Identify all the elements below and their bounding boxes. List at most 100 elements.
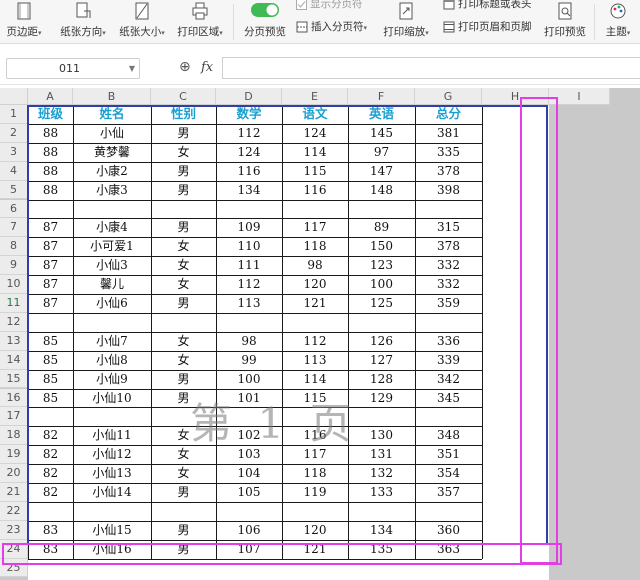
print-header-footer-button[interactable]: 打印页眉和页脚 — [443, 19, 532, 35]
row-header-16[interactable]: 16 — [0, 388, 28, 408]
table-cell[interactable]: 339 — [415, 351, 482, 370]
table-cell[interactable]: 男 — [151, 370, 216, 389]
table-cell[interactable]: 女 — [151, 351, 216, 370]
table-cell[interactable]: 小仙3 — [73, 256, 151, 275]
table-cell[interactable]: 112 — [216, 275, 282, 294]
table-cell[interactable]: 335 — [415, 143, 482, 162]
table-cell[interactable]: 332 — [415, 256, 482, 275]
row-header-5[interactable]: 5 — [0, 180, 28, 200]
table-cell[interactable]: 89 — [348, 218, 415, 237]
table-cell[interactable] — [151, 407, 216, 426]
table-cell[interactable]: 小仙10 — [73, 389, 151, 408]
table-cell[interactable]: 113 — [216, 294, 282, 313]
table-cell[interactable]: 103 — [216, 445, 282, 464]
table-cell[interactable]: 109 — [216, 218, 282, 237]
table-cell[interactable]: 378 — [415, 237, 482, 256]
table-cell[interactable]: 小仙16 — [73, 540, 151, 559]
show-page-breaks-checkbox[interactable]: 显示分页符 — [296, 0, 363, 12]
margins-button[interactable]: 页边距▾ — [4, 2, 44, 42]
column-header-f[interactable]: F — [348, 88, 415, 105]
table-cell[interactable]: 115 — [282, 162, 348, 181]
table-cell[interactable]: 小仙11 — [73, 426, 151, 445]
table-cell[interactable]: 147 — [348, 162, 415, 181]
table-cell[interactable]: 男 — [151, 521, 216, 540]
table-cell[interactable]: 124 — [282, 124, 348, 143]
table-cell[interactable]: 135 — [348, 540, 415, 559]
table-cell[interactable]: 102 — [216, 426, 282, 445]
table-cell[interactable]: 150 — [348, 237, 415, 256]
table-cell[interactable]: 女 — [151, 464, 216, 483]
table-header-cell[interactable]: 英语 — [348, 105, 415, 124]
table-cell[interactable]: 小仙13 — [73, 464, 151, 483]
table-cell[interactable]: 小仙 — [73, 124, 151, 143]
table-cell[interactable]: 83 — [28, 540, 73, 559]
table-cell[interactable]: 87 — [28, 275, 73, 294]
table-cell[interactable] — [73, 407, 151, 426]
table-cell[interactable]: 小康3 — [73, 181, 151, 200]
table-cell[interactable]: 82 — [28, 483, 73, 502]
row-header-17[interactable]: 17 — [0, 407, 28, 427]
table-cell[interactable]: 小仙14 — [73, 483, 151, 502]
table-cell[interactable]: 360 — [415, 521, 482, 540]
table-header-cell[interactable]: 性别 — [151, 105, 216, 124]
table-cell[interactable] — [28, 407, 73, 426]
table-cell[interactable]: 馨儿 — [73, 275, 151, 294]
print-area-button[interactable]: 打印区域▾ — [172, 2, 228, 42]
table-cell[interactable]: 女 — [151, 143, 216, 162]
table-cell[interactable]: 女 — [151, 237, 216, 256]
row-header-24[interactable]: 24 — [0, 539, 28, 559]
table-cell[interactable]: 148 — [348, 181, 415, 200]
table-cell[interactable] — [348, 200, 415, 219]
table-cell[interactable]: 83 — [28, 521, 73, 540]
row-header-7[interactable]: 7 — [0, 218, 28, 238]
row-header-25[interactable]: 25 — [0, 558, 28, 578]
table-cell[interactable]: 129 — [348, 389, 415, 408]
table-cell[interactable]: 小仙12 — [73, 445, 151, 464]
table-cell[interactable]: 85 — [28, 389, 73, 408]
column-header-e[interactable]: E — [282, 88, 348, 105]
table-cell[interactable]: 女 — [151, 445, 216, 464]
table-cell[interactable]: 98 — [216, 332, 282, 351]
table-cell[interactable]: 女 — [151, 426, 216, 445]
column-header-b[interactable]: B — [73, 88, 151, 105]
column-header-a[interactable]: A — [28, 88, 73, 105]
row-header-1[interactable]: 1 — [0, 105, 28, 124]
row-header-8[interactable]: 8 — [0, 237, 28, 257]
page-break-preview-toggle[interactable]: 分页预览 — [238, 2, 292, 42]
table-cell[interactable] — [28, 313, 73, 332]
table-cell[interactable] — [216, 313, 282, 332]
row-header-23[interactable]: 23 — [0, 520, 28, 540]
row-header-6[interactable]: 6 — [0, 199, 28, 219]
table-cell[interactable]: 小仙15 — [73, 521, 151, 540]
table-cell[interactable] — [415, 200, 482, 219]
table-cell[interactable]: 336 — [415, 332, 482, 351]
table-cell[interactable]: 小康4 — [73, 218, 151, 237]
table-cell[interactable]: 85 — [28, 332, 73, 351]
table-cell[interactable]: 男 — [151, 483, 216, 502]
table-cell[interactable]: 121 — [282, 294, 348, 313]
table-cell[interactable]: 123 — [348, 256, 415, 275]
table-cell[interactable] — [28, 502, 73, 521]
row-header-13[interactable]: 13 — [0, 331, 28, 351]
table-cell[interactable] — [415, 502, 482, 521]
table-cell[interactable] — [216, 407, 282, 426]
table-header-cell[interactable]: 数学 — [216, 105, 282, 124]
table-cell[interactable]: 133 — [348, 483, 415, 502]
table-cell[interactable] — [282, 407, 348, 426]
table-cell[interactable]: 男 — [151, 294, 216, 313]
table-cell[interactable]: 87 — [28, 237, 73, 256]
table-cell[interactable] — [415, 407, 482, 426]
column-header-d[interactable]: D — [216, 88, 282, 105]
table-cell[interactable]: 345 — [415, 389, 482, 408]
table-cell[interactable]: 116 — [216, 162, 282, 181]
table-cell[interactable]: 126 — [348, 332, 415, 351]
table-cell[interactable]: 男 — [151, 218, 216, 237]
table-cell[interactable]: 男 — [151, 540, 216, 559]
paper-size-button[interactable]: 纸张大小▾ — [114, 2, 170, 42]
column-header-i[interactable]: I — [549, 88, 610, 105]
row-header-9[interactable]: 9 — [0, 256, 28, 276]
table-cell[interactable]: 85 — [28, 351, 73, 370]
table-cell[interactable]: 120 — [282, 521, 348, 540]
table-cell[interactable]: 124 — [216, 143, 282, 162]
table-cell[interactable]: 110 — [216, 237, 282, 256]
